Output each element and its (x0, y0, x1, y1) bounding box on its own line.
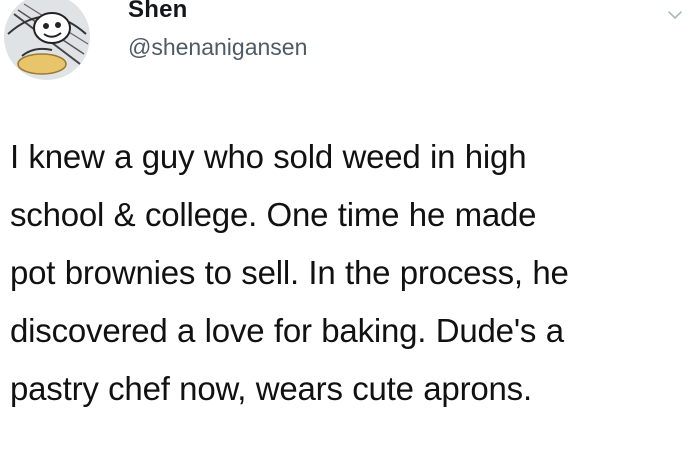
tweet-card: Shen @shenanigansen I knew a guy who sol… (0, 0, 700, 463)
avatar-image (4, 0, 90, 80)
tweet-text-line: school & college. One time he made (10, 196, 537, 233)
tweet-text-line: pastry chef now, wears cute aprons. (10, 370, 532, 407)
tweet-text-line: I knew a guy who sold weed in high (10, 138, 527, 175)
user-handle[interactable]: @shenanigansen (128, 34, 307, 61)
display-name[interactable]: Shen (128, 0, 187, 24)
tweet-text-line: discovered a love for baking. Dude's a (10, 312, 564, 349)
tweet-text: I knew a guy who sold weed in high schoo… (10, 128, 690, 418)
avatar[interactable] (4, 0, 90, 80)
tweet-text-line: pot brownies to sell. In the process, he (10, 254, 569, 291)
chevron-down-icon[interactable] (666, 6, 684, 24)
